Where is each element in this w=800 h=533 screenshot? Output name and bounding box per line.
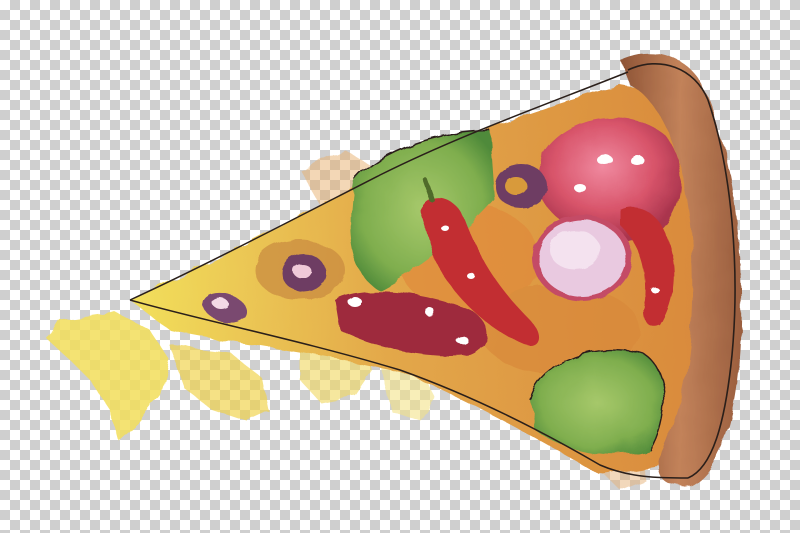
pizza-slice-illustration: [48, 53, 742, 490]
transparent-canvas: [0, 0, 800, 533]
onion-slice: [532, 215, 632, 301]
